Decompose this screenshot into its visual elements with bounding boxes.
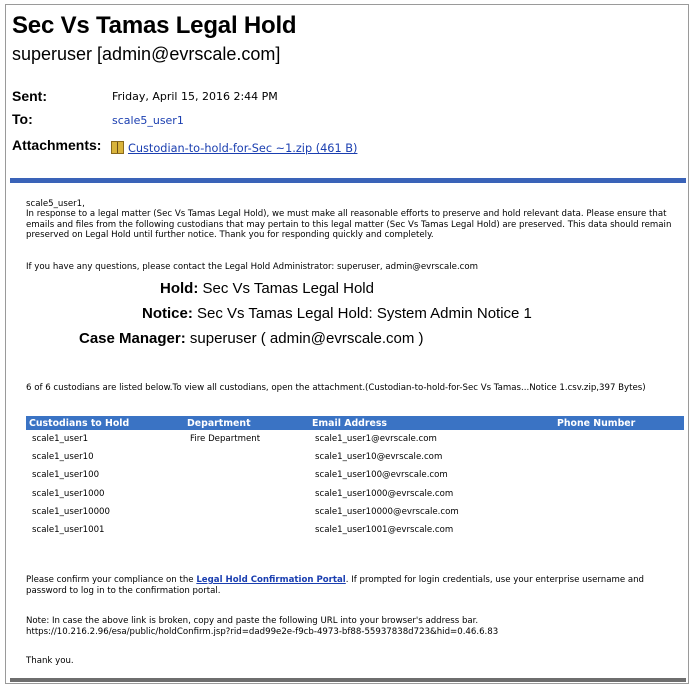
department-cell — [184, 503, 309, 521]
table-row: scale1_user10 scale1_user10@evrscale.com — [26, 448, 684, 466]
hold-value: Sec Vs Tamas Legal Hold — [202, 280, 374, 297]
column-header: Email Address — [309, 416, 554, 430]
email-cell: scale1_user10000@evrscale.com — [315, 506, 459, 517]
custodian-cell: scale1_user10 — [32, 452, 94, 463]
confirm-pre-text: Please confirm your compliance on the — [26, 575, 197, 585]
header-divider — [10, 178, 686, 183]
table-row: scale1_user10000 scale1_user10000@evrsca… — [26, 503, 684, 521]
table-row: scale1_user1001 scale1_user1001@evrscale… — [26, 521, 684, 539]
phone-cell — [554, 503, 684, 521]
notice-row: Notice: Sec Vs Tamas Legal Hold: System … — [142, 305, 532, 322]
hold-row: Hold: Sec Vs Tamas Legal Hold — [160, 280, 374, 297]
table-row: scale1_user1 Fire Department scale1_user… — [26, 430, 684, 448]
phone-cell — [554, 485, 684, 503]
custodian-cell: scale1_user10000 — [32, 506, 110, 517]
confirm-paragraph: Please confirm your compliance on the Le… — [26, 575, 646, 596]
attachment-link[interactable]: Custodian-to-hold-for-Sec ~1.zip (461 B) — [128, 142, 357, 155]
table-row: scale1_user1000 scale1_user1000@evrscale… — [26, 485, 684, 503]
custodian-cell: scale1_user1001 — [32, 525, 105, 536]
greeting: scale5_user1, — [26, 199, 85, 209]
custodian-cell: scale1_user1000 — [32, 488, 105, 499]
custodian-table: Custodians to Hold Department Email Addr… — [26, 416, 684, 539]
email-cell: scale1_user10@evrscale.com — [315, 452, 443, 463]
column-header: Custodians to Hold — [26, 416, 184, 430]
email-cell: scale1_user1@evrscale.com — [315, 434, 437, 445]
table-row: scale1_user100 scale1_user100@evrscale.c… — [26, 466, 684, 484]
case-manager-value: superuser ( admin@evrscale.com ) — [189, 330, 424, 347]
phone-cell — [554, 521, 684, 539]
custodian-cell: scale1_user100 — [32, 470, 100, 481]
notice-value: Sec Vs Tamas Legal Hold: System Admin No… — [197, 305, 532, 322]
phone-cell — [554, 466, 684, 484]
confirmation-url[interactable]: https://10.216.2.96/esa/public/holdConfi… — [26, 627, 676, 638]
department-cell: Fire Department — [190, 434, 261, 445]
table-header-row: Custodians to Hold Department Email Addr… — [26, 416, 684, 430]
zip-file-icon — [111, 141, 124, 154]
column-header: Department — [184, 416, 309, 430]
department-cell — [184, 448, 309, 466]
email-cell: scale1_user100@evrscale.com — [315, 470, 448, 481]
custodian-summary: 6 of 6 custodians are listed below.To vi… — [26, 383, 646, 393]
case-manager-label: Case Manager: — [79, 330, 186, 347]
confirmation-portal-link[interactable]: Legal Hold Confirmation Portal — [196, 575, 345, 585]
email-cell: scale1_user1001@evrscale.com — [315, 525, 454, 536]
custodian-cell: scale1_user1 — [32, 434, 89, 445]
email-sender: superuser [admin@evrscale.com] — [12, 44, 281, 64]
phone-cell — [554, 430, 684, 448]
notice-label: Notice: — [142, 305, 193, 322]
department-cell — [184, 521, 309, 539]
email-cell: scale1_user1000@evrscale.com — [315, 488, 454, 499]
department-cell — [184, 466, 309, 484]
case-manager-row: Case Manager: superuser ( admin@evrscale… — [79, 330, 424, 347]
body-paragraph: In response to a legal matter (Sec Vs Ta… — [26, 209, 672, 241]
column-header: Phone Number — [554, 416, 684, 430]
sent-label: Sent: — [12, 88, 47, 104]
hold-label: Hold: — [160, 280, 199, 297]
note-line: Note: In case the above link is broken, … — [26, 616, 479, 626]
contact-line: If you have any questions, please contac… — [26, 262, 479, 272]
department-cell — [184, 485, 309, 503]
sent-value: Friday, April 15, 2016 2:44 PM — [112, 90, 278, 103]
phone-cell — [554, 448, 684, 466]
thank-you: Thank you. — [26, 656, 74, 666]
attachment-item[interactable]: Custodian-to-hold-for-Sec ~1.zip (461 B) — [111, 141, 357, 155]
attachments-label: Attachments: — [12, 137, 102, 153]
email-subject: Sec Vs Tamas Legal Hold — [12, 12, 297, 39]
to-recipient-link[interactable]: scale5_user1 — [112, 114, 184, 127]
footer-divider — [10, 678, 686, 682]
to-label: To: — [12, 111, 33, 127]
